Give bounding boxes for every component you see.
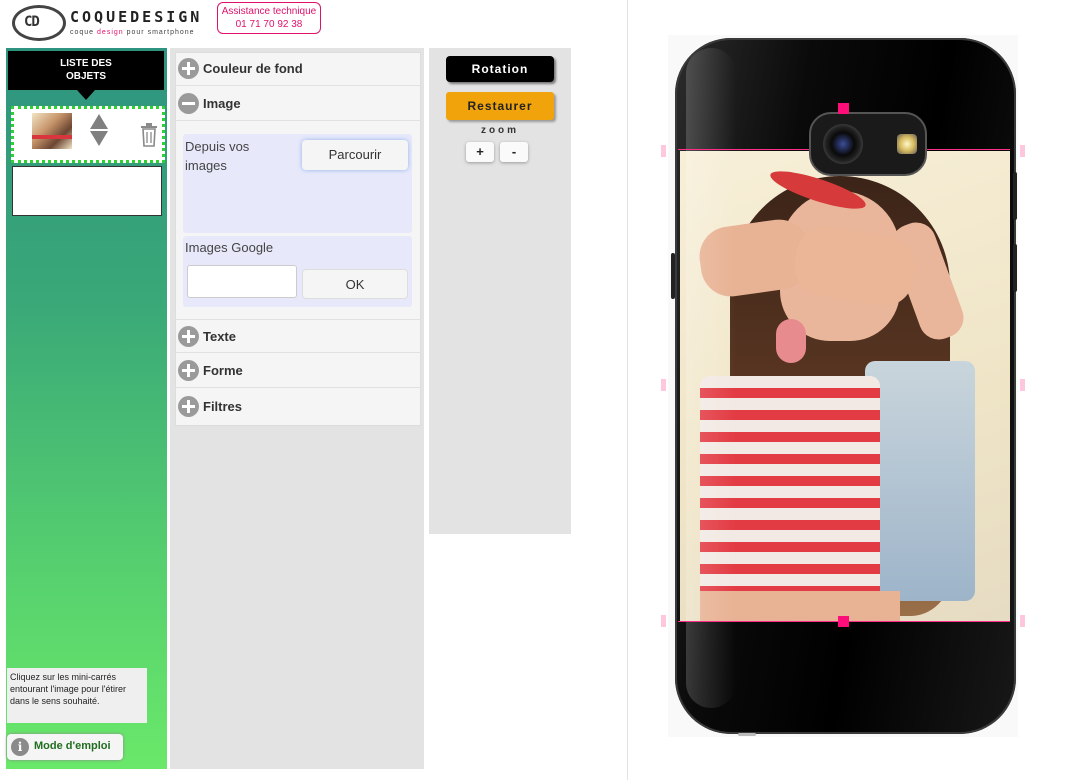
section-label: Couleur de fond	[203, 61, 303, 76]
brand-name: COQUEDESIGN	[70, 8, 203, 26]
logo-mark: CD	[24, 14, 40, 30]
object-item-empty[interactable]	[12, 166, 162, 216]
move-down-icon[interactable]	[90, 131, 108, 146]
tagline-pre: coque	[70, 29, 95, 36]
user-guide-button[interactable]: i Mode d'emploi	[7, 734, 123, 760]
plus-circle-icon	[178, 326, 199, 347]
brand-logo[interactable]: CD COQUEDESIGN coque design pour smartph…	[10, 3, 210, 45]
section-text[interactable]: Texte	[175, 319, 421, 353]
section-image[interactable]: Image	[175, 87, 421, 121]
user-guide-label: Mode d'emploi	[34, 740, 111, 752]
thumb-headband	[32, 135, 72, 139]
preview-divider	[627, 0, 628, 780]
object-thumbnail[interactable]	[32, 113, 72, 149]
resize-handle-right[interactable]	[1020, 379, 1025, 391]
section-background-color[interactable]: Couleur de fond	[175, 52, 421, 86]
google-search-ok-button[interactable]: OK	[302, 269, 408, 299]
google-search-input[interactable]	[187, 265, 297, 298]
logo-ring	[12, 5, 66, 41]
section-filters[interactable]: Filtres	[175, 390, 421, 424]
objects-header-line1: LISTE DES	[60, 58, 112, 69]
canvas-bottom-mark	[738, 733, 756, 736]
camera-lens-icon	[823, 124, 863, 164]
photo-tongue	[776, 319, 806, 363]
resize-handle-bottom-left[interactable]	[661, 615, 666, 627]
section-label: Filtres	[203, 399, 243, 414]
info-icon: i	[11, 738, 29, 756]
phone-side-button	[671, 253, 675, 299]
section-label: Image	[203, 96, 241, 111]
move-up-icon[interactable]	[90, 114, 108, 129]
trash-icon[interactable]	[140, 123, 158, 147]
phone-side-button	[1013, 172, 1017, 220]
minus-circle-icon	[178, 93, 199, 114]
objects-header-arrow	[77, 90, 95, 100]
plus-circle-icon	[178, 396, 199, 417]
stretch-hint: Cliquez sur les mini-carrés entourant l'…	[7, 668, 147, 723]
brand-tagline: coque design pour smartphone	[70, 29, 195, 36]
google-images-label: Images Google	[185, 240, 274, 255]
zoom-out-button[interactable]: -	[500, 142, 528, 162]
restore-button[interactable]: Restaurer	[446, 92, 554, 120]
plus-circle-icon	[178, 360, 199, 381]
upload-image-label: Depuis vos images	[185, 139, 250, 173]
tech-support-phone: 01 71 70 92 38	[235, 19, 303, 30]
section-label: Texte	[203, 329, 236, 344]
plus-circle-icon	[178, 58, 199, 79]
rotation-button[interactable]: Rotation	[446, 56, 554, 82]
tools-panel	[429, 48, 571, 534]
resize-handle-left[interactable]	[661, 379, 666, 391]
phone-side-button	[1013, 244, 1017, 292]
resize-handle-bottom-right[interactable]	[1020, 615, 1025, 627]
photo-shirt-blue	[865, 361, 975, 601]
up-down-arrows-icon[interactable]	[90, 114, 108, 148]
resize-handle-top-right[interactable]	[1020, 145, 1025, 157]
tech-support-box[interactable]: Assistance technique 01 71 70 92 38	[217, 2, 321, 34]
tagline-accent: design	[97, 29, 124, 36]
section-shape[interactable]: Forme	[175, 354, 421, 388]
tagline-post: pour smartphone	[126, 29, 195, 36]
zoom-label: zoom	[480, 125, 520, 136]
section-label: Forme	[203, 363, 243, 378]
objects-header-line2: OBJETS	[65, 71, 106, 82]
resize-handle-top-left[interactable]	[661, 145, 666, 157]
resize-handle-top[interactable]	[838, 103, 849, 114]
case-shine	[686, 48, 736, 708]
resize-handle-bottom[interactable]	[838, 616, 849, 627]
zoom-in-button[interactable]: +	[466, 142, 494, 162]
tech-support-title: Assistance technique	[221, 6, 317, 17]
browse-button[interactable]: Parcourir	[302, 140, 408, 170]
flash-icon	[897, 134, 917, 154]
objects-list-header: LISTE DES OBJETS	[8, 51, 164, 90]
